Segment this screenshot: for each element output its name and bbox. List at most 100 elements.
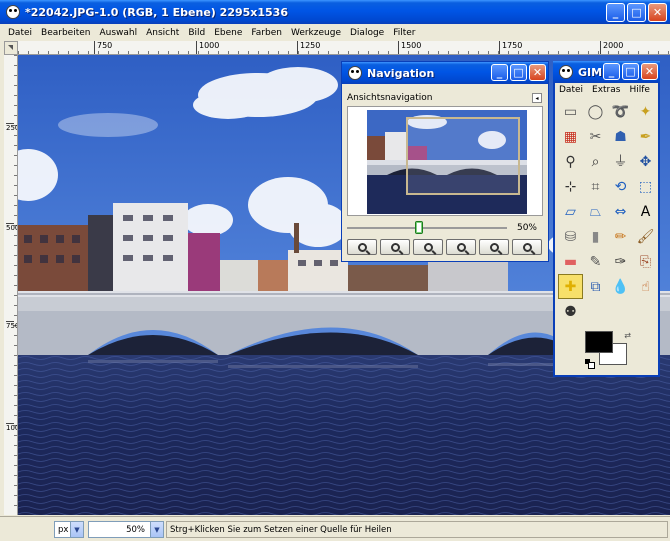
rotate-tool-button[interactable]: ⟲ xyxy=(608,174,633,199)
crop-tool-button[interactable]: ⌗ xyxy=(583,174,608,199)
align-icon: ⊹ xyxy=(564,178,577,195)
rect-select-tool-button[interactable]: ▭ xyxy=(558,99,583,124)
airbrush-tool-button[interactable]: ✎ xyxy=(583,249,608,274)
blur-tool-button[interactable]: 💧 xyxy=(608,274,633,299)
bucket-fill-icon: ⛁ xyxy=(564,228,577,245)
navigation-preview[interactable] xyxy=(367,110,527,214)
ruler-tick: 1250 xyxy=(297,41,320,54)
swap-colors-icon[interactable]: ⇄ xyxy=(624,331,631,340)
ellipse-select-tool-button[interactable]: ◯ xyxy=(583,99,608,124)
menu-werkzeuge[interactable]: Werkzeuge xyxy=(291,28,341,38)
unit-select[interactable]: px ▼ xyxy=(54,521,84,538)
scissors-icon: ✂ xyxy=(589,128,602,145)
pencil-icon: ✏ xyxy=(614,228,627,245)
dodge-burn-tool-button[interactable]: ⚉ xyxy=(558,299,583,324)
paths-tool-button[interactable]: ✒ xyxy=(633,124,658,149)
horizontal-ruler[interactable]: 750 1000 1250 1500 1750 2000 xyxy=(18,41,670,55)
align-tool-button[interactable]: ⊹ xyxy=(558,174,583,199)
measure-tool-button[interactable]: ⏚ xyxy=(608,149,633,174)
statusbar: px ▼ 50% ▼ Strg+Klicken Sie zum Setzen e… xyxy=(0,516,670,541)
eraser-tool-button[interactable]: ▬ xyxy=(558,249,583,274)
fuzzy-select-tool-button[interactable]: ✦ xyxy=(633,99,658,124)
ruler-tick: 1000 xyxy=(196,41,219,54)
shear-tool-button[interactable]: ▱ xyxy=(558,199,583,224)
minimize-button[interactable]: _ xyxy=(491,64,508,81)
zoom-select[interactable]: 50% ▼ xyxy=(88,521,164,538)
maximize-button[interactable]: □ xyxy=(627,3,646,22)
paintbrush-tool-button[interactable]: 🖌 xyxy=(633,224,658,249)
ink-tool-button[interactable]: ✑ xyxy=(608,249,633,274)
foreground-color-swatch[interactable] xyxy=(585,331,613,353)
zoom-fill-button[interactable] xyxy=(479,239,509,255)
status-message-text: Strg+Klicken Sie zum Setzen einer Quelle… xyxy=(170,524,392,535)
menu-ansicht[interactable]: Ansicht xyxy=(146,28,179,38)
text-tool-button[interactable]: A xyxy=(633,199,658,224)
perspective-clone-tool-button[interactable]: ⧉ xyxy=(583,274,608,299)
menu-auswahl[interactable]: Auswahl xyxy=(99,28,137,38)
blend-tool-button[interactable]: ▮ xyxy=(583,224,608,249)
zoom-1-1-button[interactable] xyxy=(413,239,443,255)
color-picker-tool-button[interactable]: ⚲ xyxy=(558,149,583,174)
toolbox-title-bar[interactable]: GIMP _ □ ✕ xyxy=(553,61,660,83)
menu-filter[interactable]: Filter xyxy=(393,28,415,38)
scale-tool-button[interactable]: ⬚ xyxy=(633,174,658,199)
maximize-button[interactable]: □ xyxy=(510,64,527,81)
foreground-select-tool-button[interactable]: ☗ xyxy=(608,124,633,149)
zoom-slider-handle[interactable] xyxy=(415,221,423,234)
tab-menu-icon[interactable]: ◂ xyxy=(532,93,542,103)
menu-dialoge[interactable]: Dialoge xyxy=(350,28,384,38)
ruler-tick: 1500 xyxy=(398,41,421,54)
text-icon: A xyxy=(640,203,651,220)
close-button[interactable]: ✕ xyxy=(529,64,546,81)
select-by-color-tool-button[interactable]: ▦ xyxy=(558,124,583,149)
zoom-slider-track[interactable] xyxy=(347,227,507,229)
quick-mask-menu-button[interactable] xyxy=(4,41,18,55)
color-picker-icon: ⚲ xyxy=(565,153,576,170)
close-button[interactable]: ✕ xyxy=(641,63,658,80)
minimize-button[interactable]: _ xyxy=(606,3,625,22)
toolbox-menu-hilfe[interactable]: Hilfe xyxy=(629,85,649,95)
magnify-tool-button[interactable]: ⌕ xyxy=(583,149,608,174)
menu-ebene[interactable]: Ebene xyxy=(214,28,242,38)
perspective-tool-button[interactable]: ⏢ xyxy=(583,199,608,224)
vertical-ruler[interactable]: 250 500 750 1000 xyxy=(4,55,18,515)
zoom-out-button[interactable] xyxy=(347,239,377,255)
ellipse-select-icon: ◯ xyxy=(587,103,604,120)
shear-icon: ▱ xyxy=(565,203,576,220)
pencil-tool-button[interactable]: ✏ xyxy=(608,224,633,249)
paintbrush-icon: 🖌 xyxy=(636,228,655,245)
zoom-fill-icon xyxy=(489,242,499,252)
menu-datei[interactable]: Datei xyxy=(8,28,32,38)
main-title-bar[interactable]: *22042.JPG-1.0 (RGB, 1 Ebene) 2295x1536 … xyxy=(0,0,670,24)
shrink-wrap-icon xyxy=(522,242,532,252)
navigation-zoom-row: 50% xyxy=(347,221,543,235)
minimize-button[interactable]: _ xyxy=(603,63,620,80)
flip-tool-button[interactable]: ⇔ xyxy=(608,199,633,224)
menu-bild[interactable]: Bild xyxy=(188,28,205,38)
smudge-tool-button[interactable]: ☝ xyxy=(633,274,658,299)
zoom-fit-button[interactable] xyxy=(446,239,476,255)
bucket-fill-tool-button[interactable]: ⛁ xyxy=(558,224,583,249)
menu-farben[interactable]: Farben xyxy=(251,28,282,38)
navigation-tab-label: Ansichtsnavigation xyxy=(347,93,433,103)
toolbox-menu-datei[interactable]: Datei xyxy=(559,85,583,95)
chevron-down-icon[interactable]: ▼ xyxy=(70,522,83,537)
reset-colors-icon[interactable] xyxy=(585,359,595,369)
rotate-icon: ⟲ xyxy=(614,178,627,195)
shrink-wrap-button[interactable] xyxy=(512,239,542,255)
navigation-title-bar[interactable]: Navigation _ □ ✕ xyxy=(342,62,548,84)
maximize-button[interactable]: □ xyxy=(622,63,639,80)
move-tool-button[interactable]: ✥ xyxy=(633,149,658,174)
close-button[interactable]: ✕ xyxy=(648,3,667,22)
color-area: ⇄ xyxy=(585,331,631,369)
menu-bearbeiten[interactable]: Bearbeiten xyxy=(41,28,90,38)
heal-tool-button[interactable]: ✚ xyxy=(558,274,583,299)
clone-tool-button[interactable]: ⎘ xyxy=(633,249,658,274)
zoom-in-button[interactable] xyxy=(380,239,410,255)
scissors-tool-button[interactable]: ✂ xyxy=(583,124,608,149)
ruler-tick: 250 xyxy=(6,123,17,132)
main-window-title: *22042.JPG-1.0 (RGB, 1 Ebene) 2295x1536 xyxy=(25,5,288,19)
free-select-tool-button[interactable]: ➰ xyxy=(608,99,633,124)
chevron-down-icon[interactable]: ▼ xyxy=(150,522,163,537)
toolbox-menu-extras[interactable]: Extras xyxy=(592,85,620,95)
